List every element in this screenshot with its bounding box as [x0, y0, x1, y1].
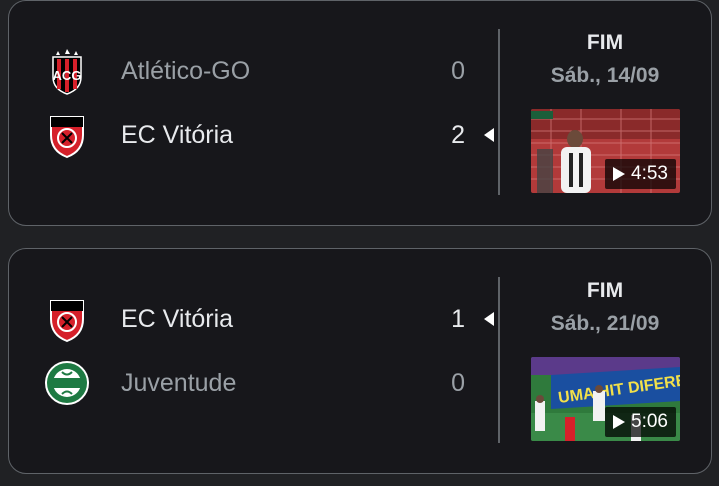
video-duration-badge: 4:53 — [605, 159, 676, 189]
match-card[interactable]: EC Vitória 1 Juventude 0 FIM Sáb., 21/09… — [8, 248, 712, 474]
video-thumbnail[interactable]: 4:53 — [531, 109, 680, 193]
team-name: EC Vitória — [121, 305, 234, 333]
team-name: EC Vitória — [121, 121, 234, 149]
team-score: 0 — [451, 369, 465, 397]
match-status: FIM — [586, 31, 624, 54]
juventude-crest-icon — [45, 361, 89, 405]
team-score: 1 — [451, 305, 465, 333]
team-name: Juventude — [121, 369, 237, 397]
divider — [498, 277, 500, 443]
team-row-away: EC Vitória 2 — [9, 111, 494, 161]
match-date: Sáb., 14/09 — [550, 64, 660, 87]
play-icon — [613, 415, 626, 429]
team-row-away: Juventude 0 — [9, 359, 489, 409]
video-duration: 4:53 — [631, 163, 668, 184]
winner-indicator-icon — [484, 312, 494, 326]
team-name: Atlético-GO — [121, 57, 251, 85]
svg-text:ACG: ACG — [53, 68, 82, 83]
atletico-go-crest-icon: ACG — [52, 49, 82, 95]
video-thumbnail[interactable]: UMA HIT DIFERENT 5:06 — [531, 357, 680, 441]
video-duration-badge: 5:06 — [605, 407, 676, 437]
team-row-home: EC Vitória 1 — [9, 295, 494, 345]
match-date: Sáb., 21/09 — [550, 312, 660, 335]
video-duration: 5:06 — [631, 411, 668, 432]
vitoria-crest-icon — [50, 300, 84, 343]
team-score: 0 — [451, 57, 465, 85]
play-icon — [613, 167, 626, 181]
vitoria-crest-icon — [50, 116, 84, 159]
team-row-home: ACG Atlético-GO 0 — [9, 47, 489, 97]
team-score: 2 — [451, 121, 465, 149]
match-status: FIM — [586, 279, 624, 302]
winner-indicator-icon — [484, 128, 494, 142]
divider — [498, 29, 500, 195]
match-card[interactable]: ACG Atlético-GO 0 EC Vitória 2 FIM Sáb.,… — [8, 0, 712, 226]
